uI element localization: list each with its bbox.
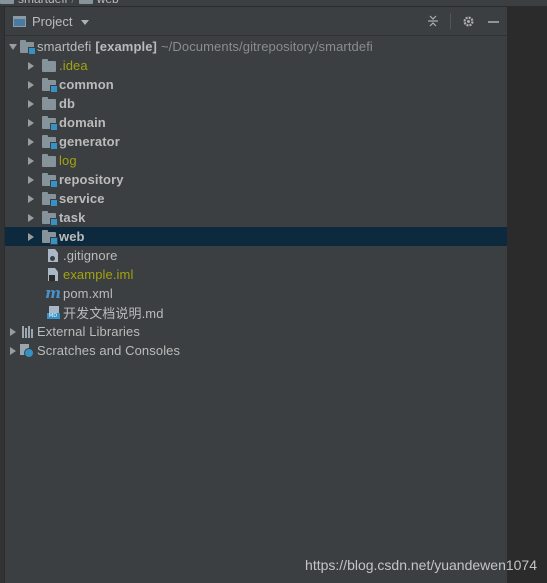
tree-folder-web[interactable]: web (5, 227, 507, 246)
tree-folder-service[interactable]: service (5, 189, 507, 208)
expand-arrow-icon[interactable] (25, 56, 37, 75)
view-selector-label: Project (32, 13, 73, 29)
breadcrumb: smartdefi / web (0, 0, 547, 7)
file-label: 开发文档说明.md (63, 306, 164, 321)
watermark-text: https://blog.csdn.net/yuandewen1074 (305, 557, 537, 573)
tree-folder-generator[interactable]: generator (5, 132, 507, 151)
folder-label: log (59, 153, 77, 168)
library-icon (19, 324, 35, 340)
scratches-label: Scratches and Consoles (37, 343, 181, 358)
panel-toolbar (425, 7, 501, 35)
breadcrumb-item-web[interactable]: web (97, 0, 119, 6)
tree-file-gitignore[interactable]: .gitignore (5, 246, 507, 265)
module-folder-icon (41, 229, 58, 245)
ide-window: smartdefi / web Project (0, 0, 547, 583)
file-label: example.iml (63, 267, 134, 282)
expand-arrow-icon[interactable] (25, 75, 37, 94)
tree-folder-common[interactable]: common (5, 75, 507, 94)
tree-external-libraries[interactable]: External Libraries (5, 322, 507, 341)
tree-file-markdown[interactable]: MD 开发文档说明.md (5, 303, 507, 322)
project-tree: smartdefi [example] ~/Documents/gitrepos… (5, 36, 507, 360)
folder-label: generator (59, 134, 120, 149)
expand-arrow-icon[interactable] (25, 189, 37, 208)
breadcrumb-separator: / (71, 0, 74, 6)
tree-folder-log[interactable]: log (5, 151, 507, 170)
tree-folder-repository[interactable]: repository (5, 170, 507, 189)
root-module-name: [example] (95, 39, 157, 54)
view-selector-dropdown[interactable]: Project (5, 13, 90, 29)
folder-label: common (59, 77, 114, 92)
root-name: smartdefi (37, 39, 92, 54)
editor-area[interactable] (507, 7, 547, 583)
tree-folder-domain[interactable]: domain (5, 113, 507, 132)
folder-label: .idea (59, 58, 88, 73)
folder-icon (41, 96, 57, 112)
collapse-all-icon[interactable] (425, 13, 441, 29)
expand-arrow-icon[interactable] (7, 37, 19, 56)
folder-icon (41, 58, 57, 74)
tree-file-pom[interactable]: m pom.xml (5, 284, 507, 303)
module-folder-icon (41, 172, 58, 188)
folder-label: service (59, 191, 105, 206)
gear-icon[interactable] (460, 13, 476, 29)
tree-folder-task[interactable]: task (5, 208, 507, 227)
maven-icon: m (45, 284, 61, 302)
folder-label: repository (59, 172, 124, 187)
folder-icon (41, 153, 57, 169)
expand-arrow-icon[interactable] (25, 113, 37, 132)
expand-arrow-icon[interactable] (25, 132, 37, 151)
breadcrumb-item-root[interactable]: smartdefi (18, 0, 67, 6)
folder-icon (0, 0, 14, 4)
markdown-file-icon: MD (45, 305, 61, 321)
tree-folder-db[interactable]: db (5, 94, 507, 113)
module-folder-icon (41, 134, 58, 150)
gitignore-file-icon (45, 248, 61, 264)
external-libraries-label: External Libraries (37, 324, 140, 339)
folder-label: db (59, 96, 76, 111)
module-folder-icon (19, 39, 36, 55)
tree-folder-idea[interactable]: .idea (5, 56, 507, 75)
expand-arrow-icon[interactable] (25, 227, 37, 246)
module-folder-icon (41, 115, 58, 131)
expand-arrow-icon[interactable] (25, 170, 37, 189)
folder-label: domain (59, 115, 106, 130)
tree-scratches-consoles[interactable]: Scratches and Consoles (5, 341, 507, 360)
module-folder-icon (41, 191, 58, 207)
tree-file-iml[interactable]: example.iml (5, 265, 507, 284)
toolbar-divider (450, 13, 451, 29)
expand-arrow-icon[interactable] (25, 151, 37, 170)
expand-arrow-icon[interactable] (25, 94, 37, 113)
folder-label: task (59, 210, 86, 225)
root-path: ~/Documents/gitrepository/smartdefi (160, 39, 373, 54)
file-label: pom.xml (63, 286, 113, 301)
module-folder-icon (41, 77, 58, 93)
expand-arrow-icon[interactable] (7, 341, 19, 360)
module-folder-icon (41, 210, 58, 226)
minimize-icon[interactable] (485, 13, 501, 29)
chevron-down-icon (81, 19, 90, 25)
tree-root-smartdefi[interactable]: smartdefi [example] ~/Documents/gitrepos… (5, 37, 507, 56)
iml-file-icon (45, 267, 61, 283)
file-label: .gitignore (63, 248, 118, 263)
project-tool-window: Project smartdefi [example] ~/Documents/… (5, 7, 507, 583)
project-view-icon (13, 15, 26, 27)
folder-icon (78, 0, 93, 4)
scratches-icon (19, 343, 35, 359)
project-panel-header: Project (5, 7, 507, 36)
folder-label: web (59, 229, 85, 244)
expand-arrow-icon[interactable] (25, 208, 37, 227)
expand-arrow-icon[interactable] (7, 322, 19, 341)
